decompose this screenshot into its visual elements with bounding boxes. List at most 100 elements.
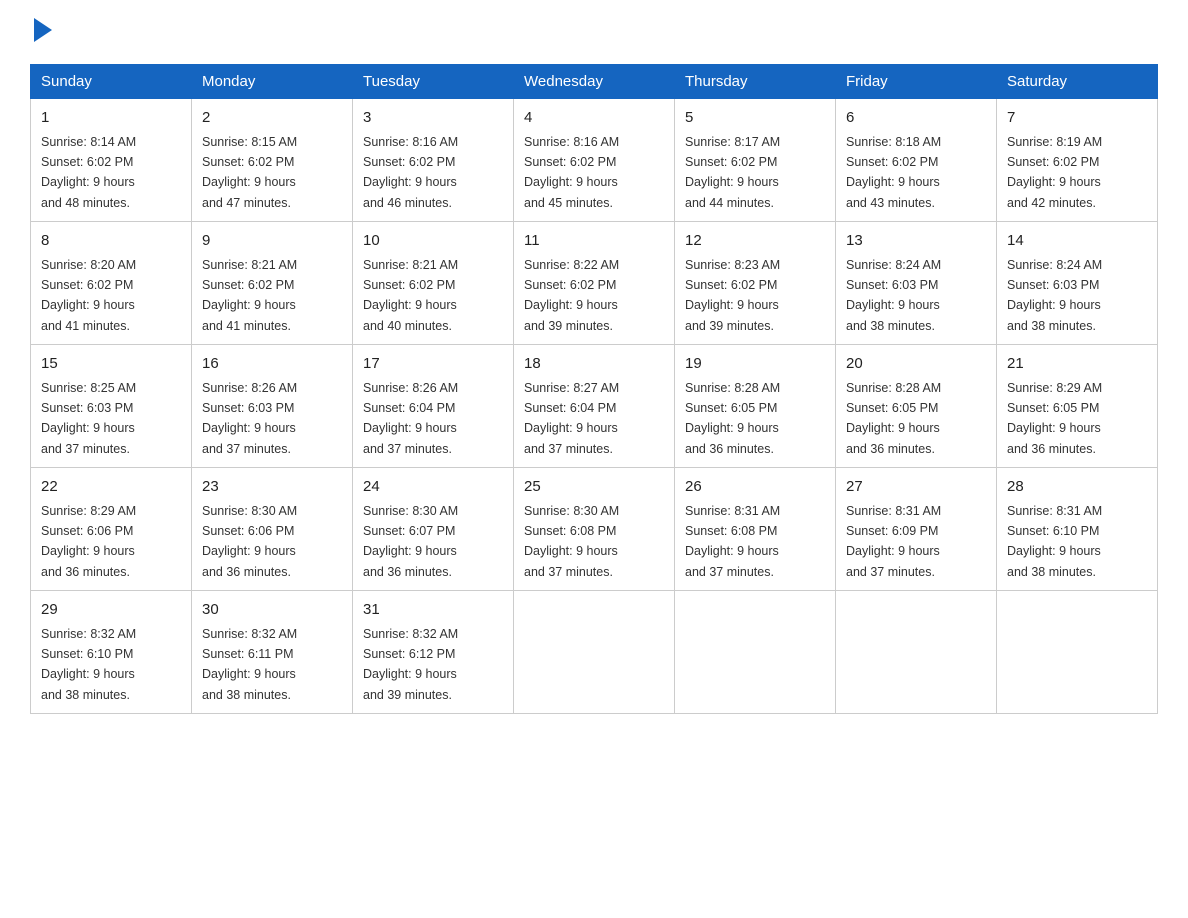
calendar-cell: 8 Sunrise: 8:20 AMSunset: 6:02 PMDayligh… [31,222,192,345]
weekday-header-sunday: Sunday [31,65,192,99]
day-number: 25 [524,476,664,499]
day-info: Sunrise: 8:18 AMSunset: 6:02 PMDaylight:… [846,135,941,210]
logo-arrow-icon [34,18,52,42]
weekday-header-row: SundayMondayTuesdayWednesdayThursdayFrid… [31,65,1158,99]
day-number: 31 [363,599,503,622]
day-info: Sunrise: 8:21 AMSunset: 6:02 PMDaylight:… [363,258,458,333]
calendar-cell: 31 Sunrise: 8:32 AMSunset: 6:12 PMDaylig… [353,591,514,714]
day-info: Sunrise: 8:30 AMSunset: 6:06 PMDaylight:… [202,504,297,579]
page-header [30,20,1158,44]
calendar-week-row: 22 Sunrise: 8:29 AMSunset: 6:06 PMDaylig… [31,468,1158,591]
calendar-cell: 11 Sunrise: 8:22 AMSunset: 6:02 PMDaylig… [514,222,675,345]
day-number: 6 [846,107,986,130]
calendar-cell: 29 Sunrise: 8:32 AMSunset: 6:10 PMDaylig… [31,591,192,714]
day-info: Sunrise: 8:32 AMSunset: 6:10 PMDaylight:… [41,627,136,702]
day-number: 3 [363,107,503,130]
calendar-cell [997,591,1158,714]
calendar-cell: 23 Sunrise: 8:30 AMSunset: 6:06 PMDaylig… [192,468,353,591]
calendar-cell: 27 Sunrise: 8:31 AMSunset: 6:09 PMDaylig… [836,468,997,591]
calendar-cell: 13 Sunrise: 8:24 AMSunset: 6:03 PMDaylig… [836,222,997,345]
day-number: 30 [202,599,342,622]
calendar-cell: 9 Sunrise: 8:21 AMSunset: 6:02 PMDayligh… [192,222,353,345]
calendar-cell: 5 Sunrise: 8:17 AMSunset: 6:02 PMDayligh… [675,99,836,222]
day-number: 29 [41,599,181,622]
calendar-cell: 10 Sunrise: 8:21 AMSunset: 6:02 PMDaylig… [353,222,514,345]
day-info: Sunrise: 8:26 AMSunset: 6:04 PMDaylight:… [363,381,458,456]
day-number: 1 [41,107,181,130]
weekday-header-thursday: Thursday [675,65,836,99]
day-info: Sunrise: 8:29 AMSunset: 6:06 PMDaylight:… [41,504,136,579]
day-info: Sunrise: 8:26 AMSunset: 6:03 PMDaylight:… [202,381,297,456]
calendar-cell: 7 Sunrise: 8:19 AMSunset: 6:02 PMDayligh… [997,99,1158,222]
day-number: 11 [524,230,664,253]
weekday-header-tuesday: Tuesday [353,65,514,99]
calendar-cell [836,591,997,714]
day-info: Sunrise: 8:27 AMSunset: 6:04 PMDaylight:… [524,381,619,456]
day-info: Sunrise: 8:24 AMSunset: 6:03 PMDaylight:… [1007,258,1102,333]
calendar-cell: 2 Sunrise: 8:15 AMSunset: 6:02 PMDayligh… [192,99,353,222]
day-info: Sunrise: 8:20 AMSunset: 6:02 PMDaylight:… [41,258,136,333]
calendar-cell: 12 Sunrise: 8:23 AMSunset: 6:02 PMDaylig… [675,222,836,345]
calendar-week-row: 8 Sunrise: 8:20 AMSunset: 6:02 PMDayligh… [31,222,1158,345]
calendar-cell: 25 Sunrise: 8:30 AMSunset: 6:08 PMDaylig… [514,468,675,591]
calendar-cell: 30 Sunrise: 8:32 AMSunset: 6:11 PMDaylig… [192,591,353,714]
day-info: Sunrise: 8:22 AMSunset: 6:02 PMDaylight:… [524,258,619,333]
day-number: 14 [1007,230,1147,253]
day-number: 15 [41,353,181,376]
day-number: 23 [202,476,342,499]
day-info: Sunrise: 8:15 AMSunset: 6:02 PMDaylight:… [202,135,297,210]
day-info: Sunrise: 8:14 AMSunset: 6:02 PMDaylight:… [41,135,136,210]
weekday-header-friday: Friday [836,65,997,99]
calendar-cell [514,591,675,714]
calendar-cell: 17 Sunrise: 8:26 AMSunset: 6:04 PMDaylig… [353,345,514,468]
day-info: Sunrise: 8:28 AMSunset: 6:05 PMDaylight:… [846,381,941,456]
day-info: Sunrise: 8:30 AMSunset: 6:08 PMDaylight:… [524,504,619,579]
calendar-cell: 15 Sunrise: 8:25 AMSunset: 6:03 PMDaylig… [31,345,192,468]
calendar-cell: 24 Sunrise: 8:30 AMSunset: 6:07 PMDaylig… [353,468,514,591]
day-number: 19 [685,353,825,376]
calendar-cell: 20 Sunrise: 8:28 AMSunset: 6:05 PMDaylig… [836,345,997,468]
day-info: Sunrise: 8:29 AMSunset: 6:05 PMDaylight:… [1007,381,1102,456]
day-info: Sunrise: 8:24 AMSunset: 6:03 PMDaylight:… [846,258,941,333]
day-number: 16 [202,353,342,376]
day-info: Sunrise: 8:16 AMSunset: 6:02 PMDaylight:… [524,135,619,210]
day-info: Sunrise: 8:23 AMSunset: 6:02 PMDaylight:… [685,258,780,333]
calendar-table: SundayMondayTuesdayWednesdayThursdayFrid… [30,64,1158,714]
day-number: 8 [41,230,181,253]
calendar-cell: 1 Sunrise: 8:14 AMSunset: 6:02 PMDayligh… [31,99,192,222]
logo [30,20,52,44]
calendar-cell: 16 Sunrise: 8:26 AMSunset: 6:03 PMDaylig… [192,345,353,468]
weekday-header-saturday: Saturday [997,65,1158,99]
day-number: 27 [846,476,986,499]
calendar-week-row: 29 Sunrise: 8:32 AMSunset: 6:10 PMDaylig… [31,591,1158,714]
day-number: 12 [685,230,825,253]
day-info: Sunrise: 8:31 AMSunset: 6:09 PMDaylight:… [846,504,941,579]
day-number: 20 [846,353,986,376]
weekday-header-monday: Monday [192,65,353,99]
day-number: 2 [202,107,342,130]
day-info: Sunrise: 8:31 AMSunset: 6:10 PMDaylight:… [1007,504,1102,579]
day-info: Sunrise: 8:21 AMSunset: 6:02 PMDaylight:… [202,258,297,333]
calendar-cell [675,591,836,714]
day-number: 18 [524,353,664,376]
day-info: Sunrise: 8:28 AMSunset: 6:05 PMDaylight:… [685,381,780,456]
calendar-week-row: 15 Sunrise: 8:25 AMSunset: 6:03 PMDaylig… [31,345,1158,468]
day-info: Sunrise: 8:16 AMSunset: 6:02 PMDaylight:… [363,135,458,210]
calendar-cell: 14 Sunrise: 8:24 AMSunset: 6:03 PMDaylig… [997,222,1158,345]
calendar-cell: 18 Sunrise: 8:27 AMSunset: 6:04 PMDaylig… [514,345,675,468]
calendar-cell: 4 Sunrise: 8:16 AMSunset: 6:02 PMDayligh… [514,99,675,222]
day-number: 4 [524,107,664,130]
day-number: 26 [685,476,825,499]
day-number: 7 [1007,107,1147,130]
day-number: 10 [363,230,503,253]
calendar-cell: 3 Sunrise: 8:16 AMSunset: 6:02 PMDayligh… [353,99,514,222]
calendar-cell: 19 Sunrise: 8:28 AMSunset: 6:05 PMDaylig… [675,345,836,468]
day-number: 5 [685,107,825,130]
day-number: 22 [41,476,181,499]
day-info: Sunrise: 8:25 AMSunset: 6:03 PMDaylight:… [41,381,136,456]
day-number: 9 [202,230,342,253]
day-info: Sunrise: 8:32 AMSunset: 6:11 PMDaylight:… [202,627,297,702]
calendar-cell: 26 Sunrise: 8:31 AMSunset: 6:08 PMDaylig… [675,468,836,591]
day-info: Sunrise: 8:30 AMSunset: 6:07 PMDaylight:… [363,504,458,579]
day-number: 28 [1007,476,1147,499]
